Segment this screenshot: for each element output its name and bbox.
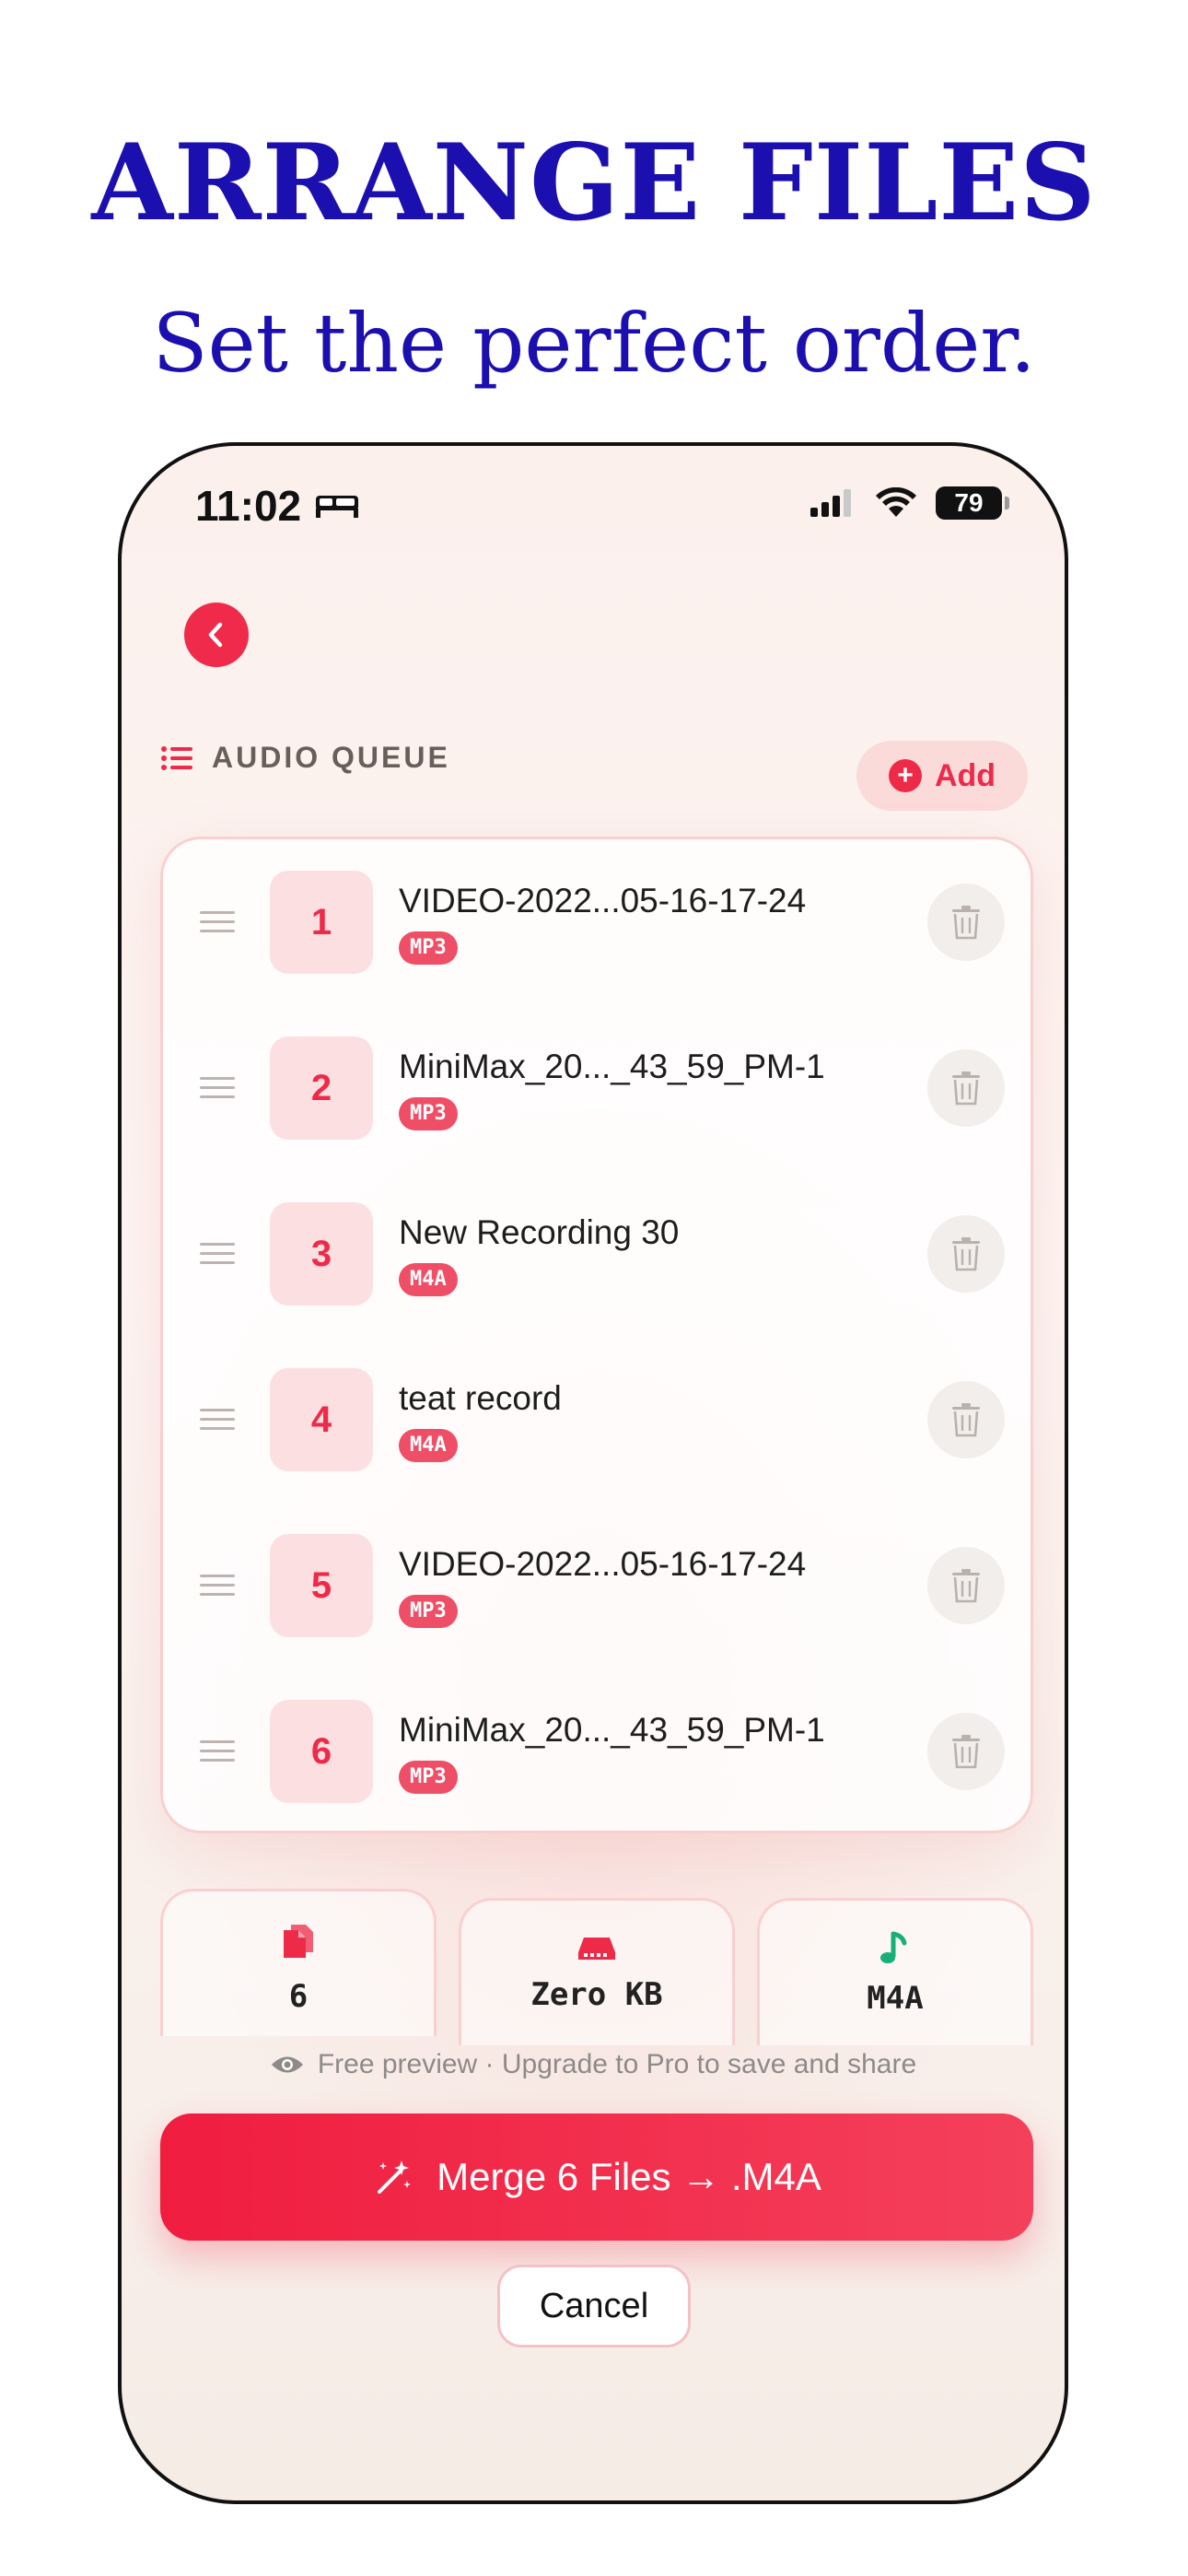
promo-title: ARRANGE FILES <box>91 121 1097 244</box>
queue-item[interactable]: 5 VIDEO-2022...05-16-17-24 MP3 <box>163 1503 1031 1669</box>
add-label: Add <box>934 757 996 793</box>
drag-handle-icon[interactable] <box>200 1575 235 1597</box>
time-label: 11:02 <box>195 482 302 530</box>
back-button[interactable] <box>184 603 249 667</box>
wifi-icon <box>876 487 916 517</box>
trash-icon <box>952 906 980 940</box>
queue-item[interactable]: 3 New Recording 30 M4A <box>163 1171 1031 1337</box>
preview-note: Free preview · Upgrade to Pro to save an… <box>122 2049 1065 2080</box>
output-format-value: M4A <box>867 1980 924 2017</box>
queue-item[interactable]: 1 VIDEO-2022...05-16-17-24 MP3 <box>163 839 1031 1005</box>
format-badge: M4A <box>399 1263 458 1296</box>
format-badge: MP3 <box>399 1761 458 1794</box>
file-name: MiniMax_20..._43_59_PM-1 <box>399 1711 825 1749</box>
format-badge: MP3 <box>399 931 458 965</box>
format-badge: MP3 <box>399 1595 458 1628</box>
merge-button[interactable]: Merge 6 Files → .M4A <box>160 2113 1033 2241</box>
status-bar-time: 11:02 <box>195 481 360 531</box>
queue-title: AUDIO QUEUE <box>212 741 450 774</box>
cellular-signal-icon <box>810 489 851 517</box>
bed-icon <box>316 496 359 518</box>
promo-subtitle: Set the perfect order. <box>152 296 1036 391</box>
file-name: VIDEO-2022...05-16-17-24 <box>399 882 807 919</box>
delete-button[interactable] <box>927 1381 1005 1458</box>
file-count-value: 6 <box>288 1978 309 2015</box>
stat-output-format: M4A <box>757 1898 1033 2045</box>
trash-icon <box>952 1237 980 1271</box>
preview-text: Free preview · Upgrade to Pro to save an… <box>317 2049 917 2079</box>
queue-item[interactable]: 4 teat record M4A <box>163 1337 1031 1503</box>
trash-icon <box>952 1735 980 1769</box>
item-index: 3 <box>270 1202 373 1306</box>
queue-item[interactable]: 6 MiniMax_20..._43_59_PM-1 MP3 <box>163 1669 1031 1834</box>
music-note-icon <box>880 1931 907 1963</box>
drag-handle-icon[interactable] <box>200 1409 235 1431</box>
item-index: 1 <box>270 871 373 974</box>
merge-label: Merge 6 Files → .M4A <box>437 2155 821 2198</box>
trash-icon <box>952 1071 980 1106</box>
item-index: 4 <box>270 1368 373 1471</box>
drag-handle-icon[interactable] <box>200 1243 235 1265</box>
cancel-button[interactable]: Cancel <box>497 2265 691 2348</box>
battery-icon: 79 <box>936 486 1009 520</box>
cancel-label: Cancel <box>539 2286 649 2325</box>
delete-button[interactable] <box>927 1049 1005 1127</box>
file-name: teat record <box>399 1379 562 1417</box>
files-icon <box>284 1925 313 1958</box>
file-name: New Recording 30 <box>399 1213 680 1251</box>
trash-icon <box>952 1569 980 1603</box>
delete-button[interactable] <box>927 1215 1005 1293</box>
battery-level: 79 <box>954 488 984 517</box>
item-index: 6 <box>270 1700 373 1803</box>
plus-icon: + <box>888 759 922 792</box>
delete-button[interactable] <box>927 1547 1005 1624</box>
chevron-left-icon <box>208 622 223 648</box>
format-badge: MP3 <box>399 1097 458 1130</box>
trash-icon <box>952 1403 980 1437</box>
stat-total-size: Zero KB <box>459 1898 735 2045</box>
eye-icon <box>271 2056 303 2073</box>
list-icon <box>161 745 192 770</box>
item-index: 2 <box>270 1036 373 1140</box>
drag-handle-icon[interactable] <box>200 911 235 933</box>
audio-queue-list: 1 VIDEO-2022...05-16-17-24 MP3 2 MiniMax… <box>160 837 1033 1833</box>
file-name: VIDEO-2022...05-16-17-24 <box>399 1545 807 1583</box>
queue-item[interactable]: 2 MiniMax_20..._43_59_PM-1 MP3 <box>163 1005 1031 1171</box>
drag-handle-icon[interactable] <box>200 1740 235 1762</box>
total-size-value: Zero KB <box>530 1976 663 2013</box>
item-index: 5 <box>270 1534 373 1637</box>
delete-button[interactable] <box>927 1713 1005 1790</box>
add-file-button[interactable]: + Add <box>856 741 1028 811</box>
drag-handle-icon[interactable] <box>200 1077 235 1099</box>
storage-drive-icon <box>578 1938 615 1960</box>
status-bar-indicators: 79 <box>809 486 1009 520</box>
magic-wand-icon <box>378 2160 412 2194</box>
file-name: MiniMax_20..._43_59_PM-1 <box>399 1048 825 1085</box>
stat-file-count: 6 <box>160 1889 437 2036</box>
format-badge: M4A <box>399 1429 458 1462</box>
phone-frame: 11:02 79 AUDIO QUEUE + Add 1 VIDEO-2022.… <box>118 442 1068 2504</box>
queue-header: AUDIO QUEUE <box>160 741 450 775</box>
delete-button[interactable] <box>927 884 1005 961</box>
